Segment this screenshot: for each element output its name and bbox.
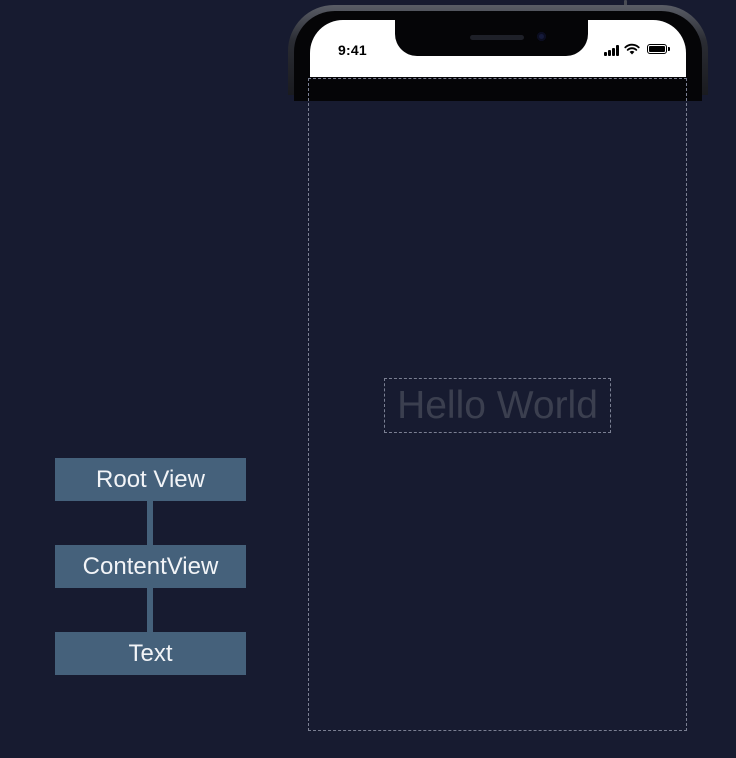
- front-camera-icon: [537, 32, 546, 41]
- notch-speaker: [470, 35, 524, 40]
- hello-world-text: Hello World: [397, 384, 598, 427]
- tree-connector: [147, 587, 153, 633]
- status-time: 9:41: [338, 42, 367, 58]
- text-node: Text: [55, 632, 246, 675]
- cellular-signal-icon: [604, 45, 622, 56]
- battery-icon: [647, 44, 670, 54]
- tree-connector: [147, 500, 153, 546]
- root-view-node: Root View: [55, 458, 246, 501]
- wifi-icon: [624, 43, 640, 55]
- content-view-node: ContentView: [55, 545, 246, 588]
